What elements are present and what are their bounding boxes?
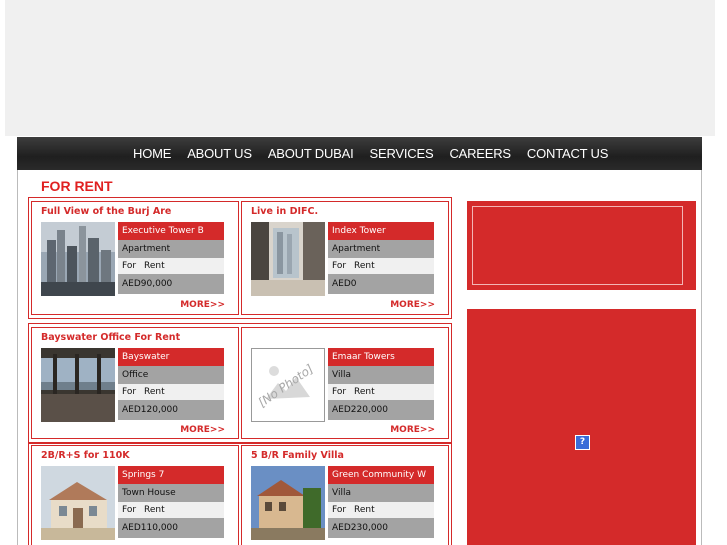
listing-card[interactable]: Bayswater Office For Rent Bayswater Offi… <box>31 327 239 439</box>
listing-title[interactable]: Bayswater Office For Rent <box>41 332 180 343</box>
listing-title[interactable]: Full View of the Burj Are <box>41 206 171 217</box>
listing-type: Town House <box>118 484 224 502</box>
status-label: For <box>332 505 347 515</box>
nav-about-us[interactable]: ABOUT US <box>187 146 252 161</box>
listing-status: For Rent <box>118 384 224 400</box>
listing-name: Executive Tower B <box>118 222 224 240</box>
nav-about-dubai[interactable]: ABOUT DUBAI <box>268 146 354 161</box>
status-label: For <box>332 387 347 397</box>
listing-photo[interactable] <box>41 466 115 540</box>
no-photo-placeholder[interactable]: [No Photo] <box>251 348 325 422</box>
status-label: For <box>332 261 347 271</box>
listing-price: AED220,000 <box>328 400 434 420</box>
listing-price: AED90,000 <box>118 274 224 294</box>
listing-type: Office <box>118 366 224 384</box>
nav-services[interactable]: SERVICES <box>370 146 434 161</box>
listing-type: Apartment <box>328 240 434 258</box>
listing-name: Bayswater <box>118 348 224 366</box>
status-value: Rent <box>354 505 375 515</box>
listing-name: Springs 7 <box>118 466 224 484</box>
page-title: FOR RENT <box>41 178 113 194</box>
listing-status: For Rent <box>328 502 434 518</box>
more-link[interactable]: MORE>> <box>180 300 225 310</box>
listing-name: Emaar Towers <box>328 348 434 366</box>
listing-card[interactable]: Live in DIFC. Index Tower Apartment For R… <box>241 201 449 315</box>
listing-title[interactable]: Live in DIFC. <box>251 206 318 217</box>
listing-info: Springs 7 Town House For Rent AED110,000 <box>118 466 224 538</box>
listing-status: For Rent <box>328 384 434 400</box>
top-banner <box>5 0 715 136</box>
listing-info: Emaar Towers Villa For Rent AED220,000 <box>328 348 434 420</box>
listing-photo[interactable] <box>251 222 325 296</box>
listing-type: Apartment <box>118 240 224 258</box>
status-value: Rent <box>144 387 165 397</box>
help-icon[interactable]: ? <box>575 435 590 450</box>
nav-contact-us[interactable]: CONTACT US <box>527 146 609 161</box>
listing-price: AED110,000 <box>118 518 224 538</box>
listing-type: Villa <box>328 366 434 384</box>
sidebar-ad-area[interactable]: ? <box>467 309 696 545</box>
nav-home[interactable]: HOME <box>133 146 171 161</box>
listing-status: For Rent <box>118 258 224 274</box>
listing-info: Bayswater Office For Rent AED120,000 <box>118 348 224 420</box>
listing-title[interactable]: 2B/R+S for 110K <box>41 450 130 461</box>
listing-status: For Rent <box>328 258 434 274</box>
listing-photo[interactable] <box>251 466 325 540</box>
sidebar-banner[interactable] <box>467 201 696 290</box>
sidebar-banner-frame <box>472 206 683 285</box>
status-label: For <box>122 505 137 515</box>
status-value: Rent <box>354 261 375 271</box>
status-value: Rent <box>144 505 165 515</box>
listing-info: Index Tower Apartment For Rent AED0 <box>328 222 434 294</box>
nav-careers[interactable]: CAREERS <box>449 146 511 161</box>
listing-price: AED230,000 <box>328 518 434 538</box>
listing-card[interactable]: 5 B/R Family Villa Green Community W Vil… <box>241 445 449 545</box>
listing-name: Green Community W <box>328 466 434 484</box>
listing-card[interactable]: 2B/R+S for 110K Springs 7 Town House For… <box>31 445 239 545</box>
more-link[interactable]: MORE>> <box>180 425 225 435</box>
status-value: Rent <box>354 387 375 397</box>
listing-card[interactable]: [No Photo] Emaar Towers Villa For Rent AE… <box>241 327 449 439</box>
listing-photo[interactable] <box>41 222 115 296</box>
listing-price: AED0 <box>328 274 434 294</box>
listing-title[interactable]: 5 B/R Family Villa <box>251 450 344 461</box>
listing-info: Executive Tower B Apartment For Rent AED9… <box>118 222 224 294</box>
more-link[interactable]: MORE>> <box>390 425 435 435</box>
status-value: Rent <box>144 261 165 271</box>
listing-card[interactable]: Full View of the Burj Are Executive Towe… <box>31 201 239 315</box>
listing-type: Villa <box>328 484 434 502</box>
more-link[interactable]: MORE>> <box>390 300 435 310</box>
listing-name: Index Tower <box>328 222 434 240</box>
listing-price: AED120,000 <box>118 400 224 420</box>
listing-photo[interactable] <box>41 348 115 422</box>
status-label: For <box>122 261 137 271</box>
listing-status: For Rent <box>118 502 224 518</box>
listing-info: Green Community W Villa For Rent AED230,0… <box>328 466 434 538</box>
main-nav: HOME ABOUT US ABOUT DUBAI SERVICES CAREE… <box>17 137 702 171</box>
status-label: For <box>122 387 137 397</box>
